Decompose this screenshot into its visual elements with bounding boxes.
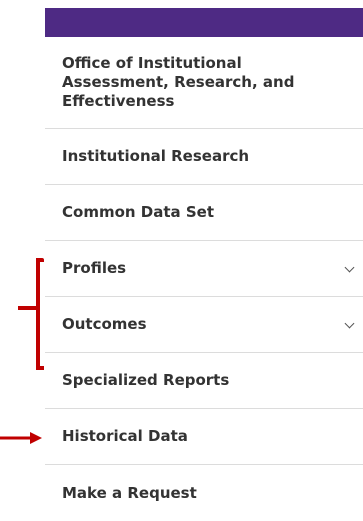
nav-item-label: Office of Institutional Assessment, Rese… (62, 54, 295, 110)
nav-item-label: Make a Request (62, 483, 197, 502)
annotation-bracket (18, 258, 44, 370)
nav-item-common-data-set[interactable]: Common Data Set (45, 185, 363, 241)
nav-item-label: Institutional Research (62, 147, 250, 165)
nav-item-label: Profiles (62, 259, 127, 277)
arrow-head (30, 432, 42, 444)
nav-item-profiles[interactable]: Profiles (45, 241, 363, 297)
nav-item-label: Historical Data (62, 427, 188, 445)
annotation-arrow-icon (0, 432, 42, 444)
nav-item-outcomes[interactable]: Outcomes (45, 297, 363, 353)
nav-item-label: Common Data Set (62, 203, 215, 221)
chevron-down-icon[interactable] (344, 318, 355, 328)
bracket-bottom-hook (36, 366, 44, 370)
nav-item-specialized-reports[interactable]: Specialized Reports (45, 353, 363, 409)
nav-item-office-institutional-assessment[interactable]: Office of Institutional Assessment, Rese… (45, 37, 363, 129)
header-bar (45, 8, 363, 37)
nav-item-historical-data[interactable]: Historical Data (45, 409, 363, 465)
bracket-upper-spine (36, 258, 40, 310)
bracket-middle-notch (18, 306, 38, 310)
chevron-down-icon[interactable] (344, 262, 355, 272)
bracket-lower-spine (36, 308, 40, 368)
nav-item-label: Outcomes (62, 315, 147, 333)
nav-item-institutional-research[interactable]: Institutional Research (45, 129, 363, 185)
nav-item-label: Specialized Reports (62, 371, 230, 389)
sidebar-nav: Office of Institutional Assessment, Rese… (45, 37, 363, 521)
nav-item-make-a-request[interactable]: Make a Request (45, 465, 363, 521)
